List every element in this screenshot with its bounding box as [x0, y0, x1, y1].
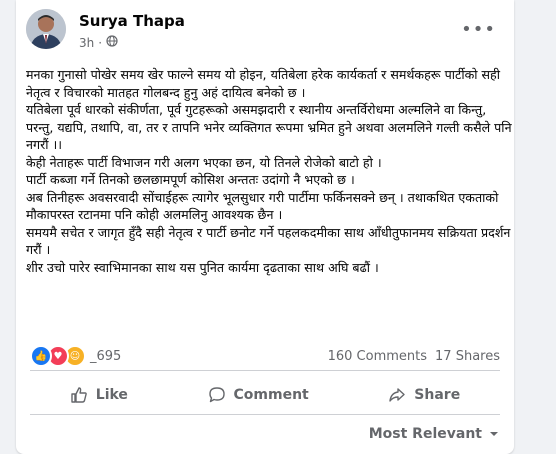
- divider: [30, 370, 500, 371]
- divider: [30, 414, 500, 415]
- post-paragraph: मनका गुनासो पोखेर समय खेर फाल्ने समय यो …: [26, 67, 500, 100]
- action-bar: Like Comment Share: [30, 378, 500, 412]
- globe-icon: [106, 35, 118, 50]
- avatar[interactable]: [26, 9, 66, 49]
- share-icon: [389, 388, 405, 402]
- post-paragraph: समयमै सचेत र जागृत हुँदै सही नेतृत्व र प…: [26, 224, 511, 258]
- more-options-icon[interactable]: •••: [461, 19, 496, 40]
- post-time[interactable]: 3h: [79, 36, 94, 50]
- post-stats: 👍 ♥ ☺ _695 160 Comments 17 Shares: [30, 345, 500, 367]
- reaction-count[interactable]: _695: [90, 349, 121, 364]
- author-name[interactable]: Surya Thapa: [79, 12, 185, 30]
- post-card: Surya Thapa 3h · ••• मनका गुनासो पोखेर स…: [16, 0, 514, 454]
- reaction-summary[interactable]: 👍 ♥ ☺ _695: [30, 345, 121, 367]
- post-text: मनका गुनासो पोखेर समय खेर फाल्ने समय यो …: [26, 66, 512, 276]
- shares-count[interactable]: 17 Shares: [435, 349, 500, 364]
- chevron-down-icon: [490, 432, 498, 436]
- post-paragraph: शीर उचो पारेर स्वाभिमानका साथ यस पुनित क…: [26, 259, 379, 275]
- post-paragraph: यतिबेला पूर्व धारको संकीर्णता, पूर्व गुट…: [26, 102, 512, 152]
- comment-sort-dropdown[interactable]: Most Relevant: [369, 426, 500, 442]
- post-header: Surya Thapa 3h · •••: [26, 9, 514, 55]
- comment-icon: [208, 387, 225, 403]
- thumbs-up-icon: [71, 387, 87, 403]
- comment-button[interactable]: Comment: [208, 386, 309, 404]
- sort-label: Most Relevant: [368, 426, 482, 442]
- avatar-image: [26, 9, 66, 49]
- post-paragraph: अब तिनीहरू अवसरवादी सोंचाईहरू त्यागेर भू…: [26, 189, 499, 223]
- share-button[interactable]: Share: [388, 386, 460, 404]
- post-meta: 3h ·: [79, 35, 118, 50]
- comment-label: Comment: [233, 387, 309, 403]
- like-label: Like: [95, 387, 128, 403]
- like-button[interactable]: Like: [70, 386, 128, 404]
- post-paragraph: पार्टी कब्जा गर्ने तिनको छलछामपूर्ण कोसि…: [26, 172, 355, 187]
- like-reaction-icon: 👍: [30, 345, 52, 367]
- post-paragraph: केही नेताहरू पार्टी विभाजन गरी अलग भएका …: [26, 154, 382, 170]
- comments-count[interactable]: 160 Comments: [328, 349, 427, 364]
- share-label: Share: [414, 387, 461, 403]
